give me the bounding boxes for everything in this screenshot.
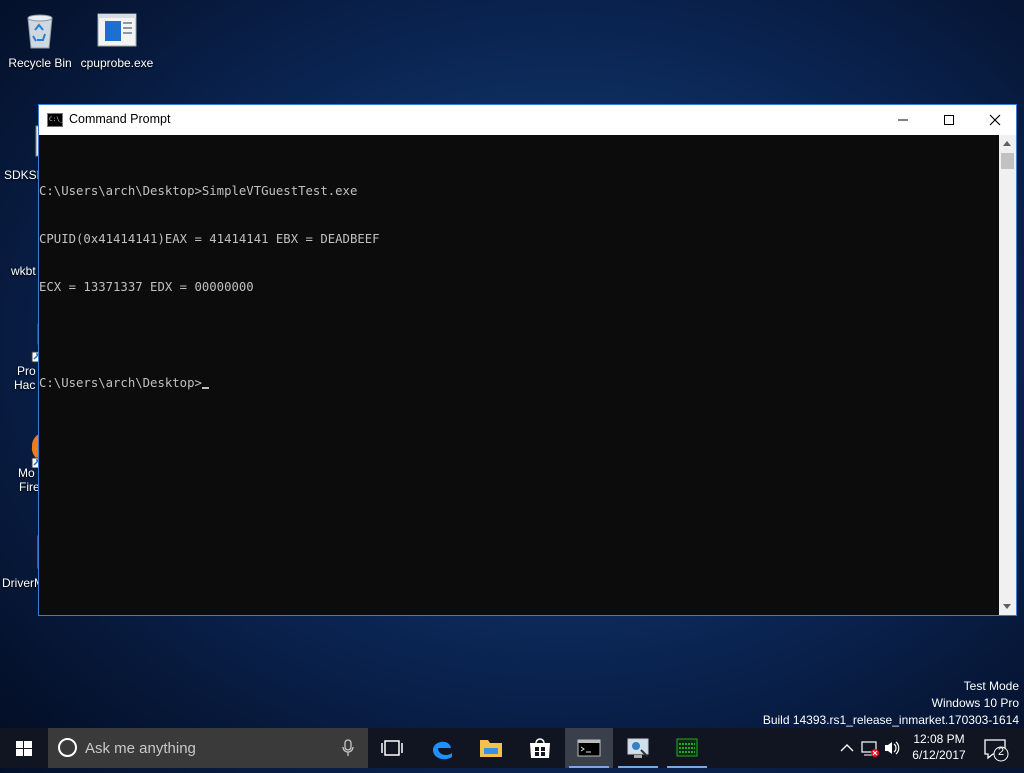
test-mode-watermark: Test Mode Windows 10 Pro Build 14393.rs1… [762, 679, 1019, 727]
process-monitor-icon [676, 738, 698, 757]
taskbar: Ask me anything 12:08 PM 6/12/2017 2 [0, 728, 1024, 768]
volume-icon[interactable] [885, 741, 900, 755]
application-window-icon [95, 8, 139, 52]
store-icon [530, 738, 550, 758]
scroll-up-arrow-icon[interactable] [1003, 141, 1011, 146]
start-button[interactable] [0, 728, 48, 768]
notification-count: 2 [997, 746, 1005, 758]
close-button[interactable] [972, 105, 1018, 135]
windows-logo-icon [16, 741, 32, 756]
recycle-bin-icon [18, 8, 62, 52]
maximize-icon [944, 115, 954, 125]
taskbar-file-explorer[interactable] [467, 728, 515, 768]
window-titlebar[interactable]: Command Prompt [39, 105, 1016, 135]
minimize-icon [898, 119, 908, 121]
remote-monitor-icon [627, 738, 649, 758]
cortana-icon [58, 738, 77, 757]
cmd-icon [577, 739, 601, 757]
taskbar-command-prompt[interactable] [565, 728, 613, 768]
command-prompt-window[interactable]: Command Prompt C:\Users\arch\Desktop>Sim… [38, 104, 1017, 616]
console-line: ECX = 13371337 EDX = 00000000 [39, 280, 254, 294]
console-prompt-line: C:\Users\arch\Desktop> [39, 375, 999, 391]
clock-date: 6/12/2017 [912, 748, 966, 762]
console-line: C:\Users\arch\Desktop>SimpleVTGuestTest.… [39, 184, 358, 198]
search-placeholder: Ask me anything [85, 740, 196, 757]
tray-icons [840, 741, 900, 757]
cmd-app-icon[interactable] [47, 113, 63, 127]
cortana-search-box[interactable]: Ask me anything [48, 728, 368, 768]
scroll-down-arrow-icon[interactable] [1003, 604, 1011, 609]
text-cursor [201, 387, 209, 389]
task-view-button[interactable] [368, 728, 416, 768]
edge-icon [433, 741, 452, 760]
clock-time: 12:08 PM [913, 732, 965, 746]
network-disconnected-icon[interactable] [861, 741, 879, 757]
scrollbar-thumb[interactable] [1001, 153, 1014, 169]
microphone-icon[interactable] [342, 739, 354, 757]
action-center-button[interactable]: 2 [976, 728, 1024, 768]
taskbar-remote-desktop[interactable] [614, 728, 662, 768]
minimize-button[interactable] [880, 105, 926, 135]
close-icon [989, 114, 1001, 126]
task-view-icon [381, 740, 403, 756]
vertical-scrollbar[interactable] [999, 135, 1016, 615]
taskbar-store[interactable] [516, 728, 564, 768]
system-clock[interactable]: 12:08 PM 6/12/2017 [900, 731, 978, 763]
console-output[interactable]: C:\Users\arch\Desktop>SimpleVTGuestTest.… [39, 135, 999, 615]
system-tray [836, 728, 900, 768]
taskbar-process-hacker[interactable] [663, 728, 711, 768]
taskbar-edge[interactable] [418, 728, 466, 768]
console-prompt: C:\Users\arch\Desktop> [39, 376, 202, 390]
desktop-icon-recycle-bin[interactable]: Recycle Bin [0, 8, 80, 70]
maximize-button[interactable] [926, 105, 972, 135]
folder-icon [480, 740, 502, 757]
chevron-up-icon[interactable] [840, 744, 854, 752]
desktop-icon-cpuprobe[interactable]: cpuprobe.exe [77, 8, 157, 70]
console-line: CPUID(0x41414141)EAX = 41414141 EBX = DE… [39, 232, 380, 246]
window-title: Command Prompt [69, 112, 171, 126]
